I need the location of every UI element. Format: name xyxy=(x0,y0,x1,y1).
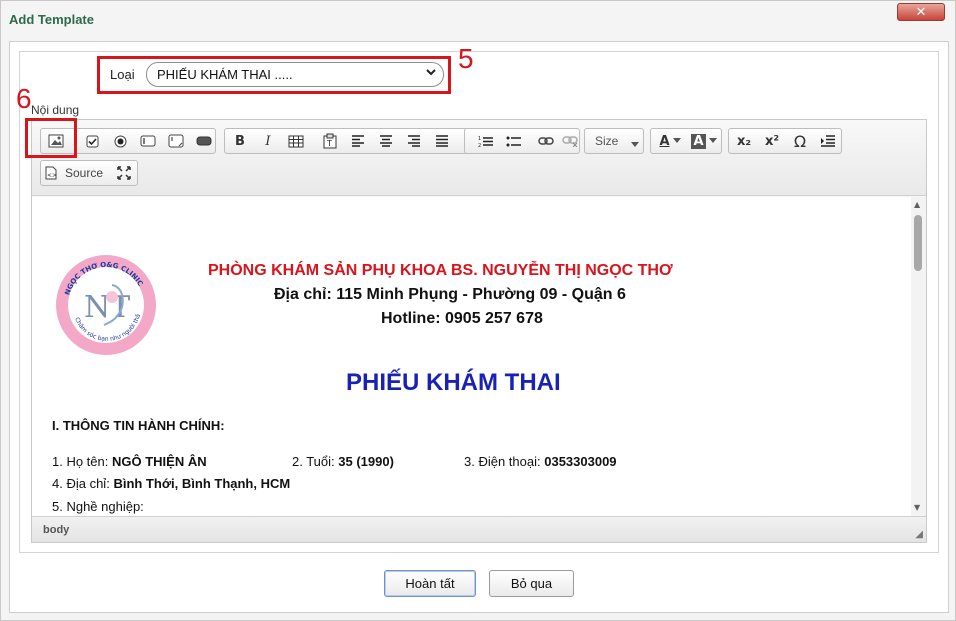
bold-button[interactable]: B xyxy=(227,129,253,153)
textfield-icon xyxy=(140,135,156,147)
link-icon xyxy=(538,137,554,145)
toolbar-group-document: <> Source xyxy=(40,160,138,186)
radio-button[interactable] xyxy=(107,129,133,153)
font-color-button[interactable]: A xyxy=(653,129,687,153)
textarea-icon xyxy=(168,134,184,148)
resize-handle-icon[interactable]: ◢ xyxy=(915,529,923,540)
editor-scrollbar[interactable]: ▲ ▼ xyxy=(911,197,926,516)
align-right-icon xyxy=(408,135,420,147)
size-dropdown[interactable]: Size xyxy=(584,128,644,154)
radio-icon xyxy=(114,135,126,147)
clinic-name: PHÒNG KHÁM SẢN PHỤ KHOA BS. NGUYỄN THỊ N… xyxy=(208,262,673,279)
background-color-button[interactable]: A xyxy=(687,129,721,153)
form-title: PHIẾU KHÁM THAI xyxy=(346,369,561,396)
subscript-button[interactable]: x₂ xyxy=(731,129,757,153)
svg-text:2: 2 xyxy=(478,143,481,148)
close-x-icon: ✕ xyxy=(915,4,927,20)
paste-text-button[interactable]: T xyxy=(317,129,343,153)
editor-statusbar: body ◢ xyxy=(32,516,926,542)
toolbar-group-insert: x₂ x² Ω xyxy=(728,128,842,154)
align-right-button[interactable] xyxy=(401,129,427,153)
bold-icon: B xyxy=(235,133,245,149)
superscript-button[interactable]: x² xyxy=(759,129,785,153)
clinic-address: Địa chỉ: 115 Minh Phụng - Phường 09 - Qu… xyxy=(274,286,626,303)
button-field-button[interactable] xyxy=(191,129,217,153)
source-button[interactable]: <> Source xyxy=(45,161,107,185)
align-left-icon xyxy=(352,135,364,147)
finish-button[interactable]: Hoàn tất xyxy=(384,570,476,597)
size-chevron-icon xyxy=(631,137,639,151)
field-phone: 3. Điện thoại: 0353303009 xyxy=(464,454,617,469)
checkbox-button[interactable] xyxy=(79,129,105,153)
svg-text:<>: <> xyxy=(47,172,57,179)
numbered-list-icon: 12 xyxy=(478,136,493,148)
editor-content[interactable]: NGỌC THƠ O&G CLINIC Chăm sóc bạn như ngư… xyxy=(32,197,912,516)
scroll-down-icon[interactable]: ▼ xyxy=(914,503,920,512)
annotation-box-5 xyxy=(97,56,451,94)
clinic-hotline: Hotline: 0905 257 678 xyxy=(381,310,543,327)
subscript-icon: x₂ xyxy=(736,133,752,149)
annotation-box-6 xyxy=(25,118,77,158)
annotation-number-5: 5 xyxy=(458,43,474,74)
italic-button[interactable]: I xyxy=(255,129,281,153)
noidung-label: Nội dung xyxy=(31,103,80,117)
source-icon: <> xyxy=(45,166,57,180)
maximize-icon xyxy=(117,166,131,180)
scroll-up-icon[interactable]: ▲ xyxy=(914,200,920,209)
table-icon xyxy=(288,135,304,147)
annotation-number-6: 6 xyxy=(16,83,32,114)
italic-icon: I xyxy=(265,133,271,149)
bullet-list-icon xyxy=(506,136,521,146)
special-char-button[interactable]: Ω xyxy=(787,129,813,153)
svg-text:T: T xyxy=(326,139,332,148)
numbered-list-button[interactable]: 12 xyxy=(473,129,499,153)
toolbar-group-lists: 12 xyxy=(464,128,580,154)
unlink-icon xyxy=(562,136,578,147)
field-address: 4. Địa chỉ: Bình Thới, Bình Thạnh, HCM xyxy=(52,476,291,491)
bullet-list-button[interactable] xyxy=(501,129,527,153)
editor-toolbar: B I T 12 Size A A x₂ x² Ω <> Source xyxy=(32,120,926,196)
align-center-icon xyxy=(380,135,392,147)
close-button[interactable]: ✕ xyxy=(897,3,945,21)
field-age: 2. Tuổi: 35 (1990) xyxy=(292,454,394,469)
indent-icon xyxy=(821,135,835,147)
textfield-button[interactable] xyxy=(135,129,161,153)
align-center-button[interactable] xyxy=(373,129,399,153)
align-left-button[interactable] xyxy=(345,129,371,153)
toolbar-group-format: B I T xyxy=(224,128,470,154)
maximize-button[interactable] xyxy=(111,161,137,185)
element-path[interactable]: body xyxy=(43,524,69,536)
background-color-icon: A xyxy=(691,133,706,149)
button-field-icon xyxy=(196,136,212,146)
align-justify-icon xyxy=(436,135,448,147)
omega-icon: Ω xyxy=(793,131,807,151)
link-button[interactable] xyxy=(533,129,559,153)
size-label: Size xyxy=(595,134,619,148)
superscript-icon: x² xyxy=(764,133,780,149)
dialog-title: Add Template xyxy=(9,12,94,27)
checkbox-icon xyxy=(86,135,98,147)
indent-button[interactable] xyxy=(815,129,841,153)
textarea-button[interactable] xyxy=(163,129,189,153)
table-button[interactable] xyxy=(283,129,309,153)
clinic-logo: NGỌC THƠ O&G CLINIC Chăm sóc bạn như ngư… xyxy=(52,248,158,357)
field-job: 5. Nghề nghiệp: xyxy=(52,499,144,514)
add-template-dialog: Add Template ✕ Loại PHIẾU KHÁM THAI ....… xyxy=(0,0,956,621)
section-heading: I. THÔNG TIN HÀNH CHÍNH: xyxy=(52,418,225,433)
scrollbar-thumb[interactable] xyxy=(914,215,922,271)
field-name: 1. Họ tên: NGÔ THIỆN ÂN xyxy=(52,454,207,469)
toolbar-group-colors: A A xyxy=(650,128,722,154)
font-color-icon: A xyxy=(659,133,670,149)
source-label: Source xyxy=(65,166,104,180)
paste-icon: T xyxy=(323,133,337,149)
align-justify-button[interactable] xyxy=(429,129,455,153)
skip-button[interactable]: Bỏ qua xyxy=(489,570,574,597)
unlink-button[interactable] xyxy=(557,129,583,153)
svg-text:1: 1 xyxy=(478,136,481,142)
